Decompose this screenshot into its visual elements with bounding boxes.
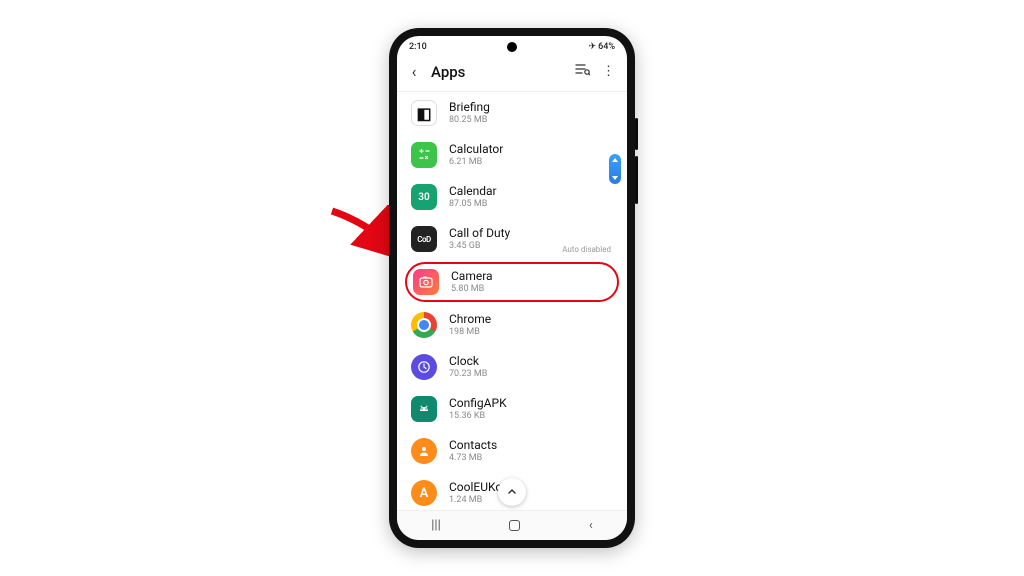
app-name: Calculator xyxy=(449,142,503,156)
scroll-to-top-button[interactable] xyxy=(498,478,526,506)
front-camera-notch xyxy=(507,42,517,52)
recents-button[interactable]: ||| xyxy=(431,518,441,533)
app-size: 70.23 MB xyxy=(449,369,487,380)
status-time: 2:10 xyxy=(409,42,427,52)
app-row-configapk[interactable]: ConfigAPK 15.36 KB xyxy=(397,388,627,430)
app-name: Camera xyxy=(451,269,493,283)
apps-list: ◧ Briefing 80.25 MB Calculator 6.21 MB 3… xyxy=(397,92,627,514)
app-size: 15.36 KB xyxy=(449,411,507,422)
app-size: 3.45 GB xyxy=(449,241,510,252)
clock-icon xyxy=(411,354,437,380)
app-name: Contacts xyxy=(449,438,497,452)
chrome-icon xyxy=(411,312,437,338)
app-name: Chrome xyxy=(449,312,491,326)
briefing-icon: ◧ xyxy=(411,100,437,126)
app-size: 198 MB xyxy=(449,327,491,338)
home-button[interactable] xyxy=(509,520,520,531)
app-header: ‹ Apps ⋮ xyxy=(397,54,627,91)
contacts-icon xyxy=(411,438,437,464)
app-size: 5.80 MB xyxy=(451,284,493,295)
app-name: Clock xyxy=(449,354,487,368)
app-row-calendar[interactable]: 30 Calendar 87.05 MB xyxy=(397,176,627,218)
app-name: ConfigAPK xyxy=(449,396,507,410)
app-row-camera[interactable]: Camera 5.80 MB xyxy=(405,262,619,302)
app-row-briefing[interactable]: ◧ Briefing 80.25 MB xyxy=(397,92,627,134)
app-row-calculator[interactable]: Calculator 6.21 MB xyxy=(397,134,627,176)
app-size: 6.21 MB xyxy=(449,157,503,168)
app-size: 80.25 MB xyxy=(449,115,490,126)
app-row-clock[interactable]: Clock 70.23 MB xyxy=(397,346,627,388)
screen: 2:10 ✈ 64% ‹ Apps ⋮ ◧ Briefing xyxy=(397,36,627,540)
more-options-icon[interactable]: ⋮ xyxy=(602,64,615,79)
app-row-call-of-duty[interactable]: CoD Call of Duty 3.45 GB Auto disabled xyxy=(397,218,627,260)
app-name: Calendar xyxy=(449,184,497,198)
phone-frame: 2:10 ✈ 64% ‹ Apps ⋮ ◧ Briefing xyxy=(389,28,635,548)
app-name: Briefing xyxy=(449,100,490,114)
filter-search-icon[interactable] xyxy=(575,63,590,80)
auto-disabled-badge: Auto disabled xyxy=(562,245,611,254)
power-button xyxy=(635,156,638,204)
app-size: 4.73 MB xyxy=(449,453,497,464)
back-button[interactable]: ‹ xyxy=(407,62,421,81)
android-icon xyxy=(411,396,437,422)
status-battery: 64% xyxy=(598,42,615,52)
back-nav-button[interactable]: ‹ xyxy=(589,518,593,533)
airplane-mode-icon: ✈ xyxy=(589,42,597,52)
app-size: 1.24 MB xyxy=(449,495,506,506)
page-title: Apps xyxy=(431,63,565,81)
app-row-chrome[interactable]: Chrome 198 MB xyxy=(397,304,627,346)
call-of-duty-icon: CoD xyxy=(411,226,437,252)
system-nav-bar: ||| ‹ xyxy=(397,510,627,540)
font-icon: A xyxy=(411,480,437,506)
volume-button xyxy=(635,118,638,150)
calendar-icon: 30 xyxy=(411,184,437,210)
app-size: 87.05 MB xyxy=(449,199,497,210)
app-name: Call of Duty xyxy=(449,226,510,240)
calculator-icon xyxy=(411,142,437,168)
camera-icon xyxy=(413,269,439,295)
app-row-contacts[interactable]: Contacts 4.73 MB xyxy=(397,430,627,472)
